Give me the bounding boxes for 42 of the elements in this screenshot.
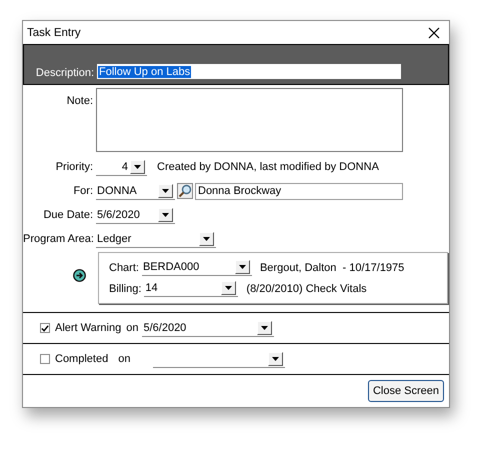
priority-dropdown[interactable]: 4 [96,158,147,176]
audit-text: Created by DONNA, last modified by DONNA [157,161,379,173]
field-label: For: [72,185,94,197]
caret-icon [261,326,268,330]
caret-icon [203,236,210,240]
patient-info: Bergout, Dalton - 10/17/1975 [260,262,404,274]
on-label: on [126,322,138,334]
date-dropdown[interactable] [153,350,286,368]
checkbox[interactable] [40,354,50,364]
search-button[interactable] [177,183,193,199]
program-area-dropdown[interactable]: Ledger [96,230,216,248]
date-dropdown[interactable]: 5/6/2020 [96,206,175,224]
checkbox-label: Alert Warning [55,322,122,334]
on-label: on [118,353,132,365]
field-label: Due Date: [42,209,94,221]
caret-icon [238,265,246,269]
caret-icon [134,164,141,168]
field-label: Chart: [109,262,139,274]
search-icon [178,184,192,198]
user-dropdown[interactable]: DONNA [96,182,175,200]
caret-icon [162,212,169,216]
checkbox-label: Completed [55,353,108,365]
date-dropdown[interactable]: 5/6/2020 [142,320,274,336]
field-label: Billing: [109,282,142,294]
checkbox[interactable] [40,323,50,333]
note-field[interactable] [96,88,403,152]
caret-icon [272,356,280,360]
description-field[interactable]: Follow Up on Labs [97,64,401,79]
chart-dropdown[interactable]: BERDA000 [142,259,252,276]
close-screen-button[interactable]: Close Screen [368,380,444,402]
field-label: Description: [34,67,95,79]
billing-info: (8/20/2010) Check Vitals [246,282,367,294]
arrow-icon[interactable] [73,269,86,282]
caret-icon [225,286,232,290]
field-label: Priority: [54,161,94,173]
field-label: Program Area: [23,233,95,245]
field-label: Note: [66,95,94,107]
name-field[interactable]: Donna Brockway [195,182,403,200]
caret-icon [162,188,169,192]
billing-dropdown[interactable]: 14 [144,280,238,297]
close-icon[interactable] [428,26,440,38]
window-title: Task Entry [27,26,81,38]
